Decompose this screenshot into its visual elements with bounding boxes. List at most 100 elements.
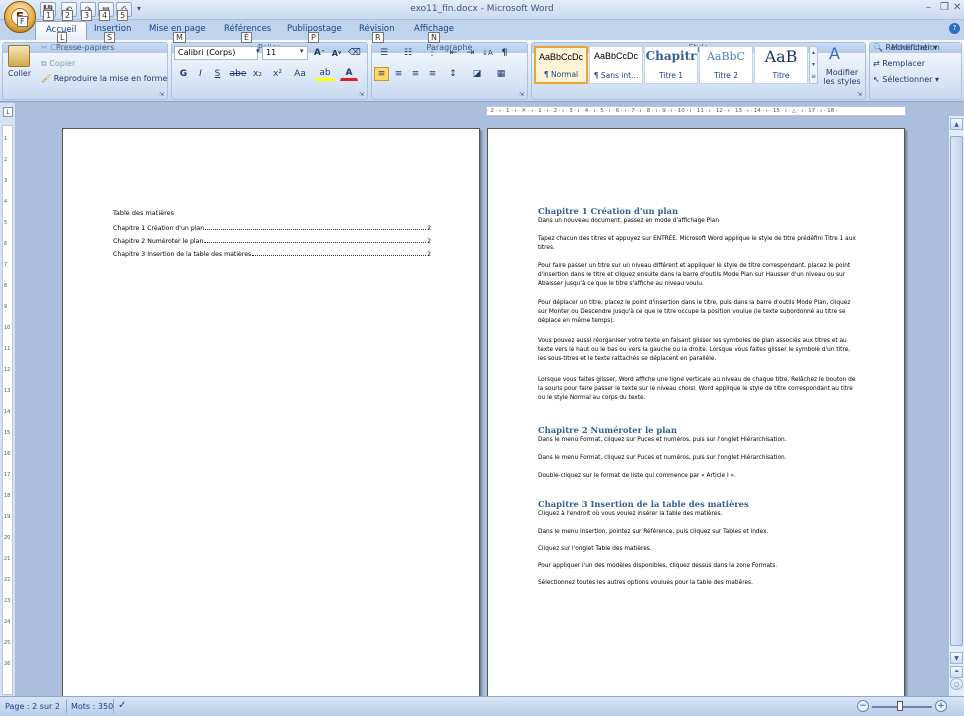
clear-format-icon[interactable]: ⌫: [347, 46, 362, 60]
multilevel-list-icon[interactable]: ⋮: [422, 46, 442, 60]
ruler-mark: 8: [4, 283, 8, 289]
horizontal-ruler[interactable]: · 2 · ı · 1 · ı · ✕ · ı · 1 · ı · 2 · ı …: [486, 106, 906, 116]
style-normal[interactable]: AaBbCcDc ¶ Normal: [534, 46, 588, 84]
ribbon-tab-bar: [0, 20, 964, 40]
dialog-launcher-icon[interactable]: ⇲: [159, 91, 164, 98]
toc-entry-text: Chapitre 2 Numéroter le plan: [113, 238, 204, 245]
replace-button[interactable]: ⇄ Remplacer: [873, 59, 925, 68]
chevron-down-icon[interactable]: ▾: [300, 47, 304, 55]
shading-icon[interactable]: ◪: [467, 67, 487, 81]
ruler-scale: · 2 · ı · 1 · ı · ✕ · ı · 1 · ı · 2 · ı …: [487, 108, 838, 114]
zoom-out-icon[interactable]: −: [857, 700, 869, 712]
ruler-mark: 21: [4, 556, 11, 562]
subscript-button[interactable]: x₂: [250, 67, 265, 81]
scroll-down-icon[interactable]: ▼: [950, 652, 963, 664]
align-center-icon[interactable]: ≡: [391, 67, 406, 81]
scrollbar-thumb[interactable]: [950, 136, 963, 646]
tab-keytip: É: [241, 32, 253, 43]
superscript-button[interactable]: x²: [270, 67, 285, 81]
cut-label: Couper: [50, 43, 80, 52]
copy-label: Copier: [49, 59, 76, 68]
styles-gallery-scroll[interactable]: ▴ ▾ ≡: [809, 46, 818, 84]
align-right-icon[interactable]: ≡: [408, 67, 423, 81]
page-1[interactable]: Table des matières Chapitre 1 Création d…: [62, 128, 480, 698]
ruler-mark: 18: [4, 493, 11, 499]
italic-button[interactable]: I: [193, 67, 208, 81]
ruler-mark: 13: [4, 388, 11, 394]
style-heading-2[interactable]: AaBbC Titre 2: [699, 46, 753, 84]
ruler-mark: 1: [4, 136, 8, 142]
increase-indent-icon[interactable]: ⇥: [463, 46, 478, 60]
highlight-icon[interactable]: ab: [315, 67, 335, 81]
change-styles-icon[interactable]: A: [829, 44, 840, 63]
help-icon[interactable]: ?: [949, 23, 960, 34]
show-marks-icon[interactable]: ¶: [497, 46, 512, 60]
paste-icon[interactable]: [8, 45, 30, 67]
dialog-launcher-icon[interactable]: ⇲: [359, 91, 364, 98]
decrease-indent-icon[interactable]: ⇤: [446, 46, 461, 60]
paragraph: Vous pouvez aussi réorganiser votre text…: [538, 338, 851, 363]
window-title: exo11_fin.docx - Microsoft Word: [410, 4, 554, 14]
zoom-in-icon[interactable]: +: [935, 700, 947, 712]
toc-entry[interactable]: Chapitre 2 Numéroter le plan 2: [113, 238, 431, 245]
change-styles-button[interactable]: Modifier les styles: [820, 68, 864, 86]
cut-button[interactable]: ✂ Couper: [41, 43, 79, 52]
bold-button[interactable]: G: [176, 67, 191, 81]
strikethrough-button[interactable]: abe: [227, 67, 249, 81]
binoculars-icon: 🔍: [873, 43, 886, 52]
office-keytip: F: [17, 16, 28, 27]
align-left-icon[interactable]: ≡: [374, 67, 389, 81]
chevron-down-icon[interactable]: ▾: [256, 47, 260, 55]
sort-icon[interactable]: ↓A: [480, 46, 495, 60]
paragraph: Dans le menu Insertion, pointez sur Réfé…: [538, 529, 769, 535]
style-sample: Chapitr: [645, 49, 697, 63]
borders-icon[interactable]: ▦: [491, 67, 511, 81]
grow-font-icon[interactable]: A ^: [312, 46, 327, 60]
minimize-button[interactable]: –: [926, 2, 931, 13]
format-painter-button[interactable]: 🖌 Reproduire la mise en forme: [41, 74, 167, 83]
style-heading-1[interactable]: Chapitr Titre 1: [644, 46, 698, 84]
change-case-button[interactable]: Aa: [290, 67, 310, 81]
tab-keytip: S: [104, 32, 116, 43]
select-button[interactable]: ↖ Sélectionner ▾: [873, 75, 939, 84]
close-button[interactable]: ✕: [953, 2, 961, 13]
toc-entry[interactable]: Chapitre 1 Création d'un plan 2: [113, 225, 431, 232]
paragraph: Double-cliquez sur le format de liste qu…: [538, 473, 736, 479]
page-count[interactable]: Page : 2 sur 2: [5, 702, 60, 711]
scroll-up-icon[interactable]: ▲: [950, 118, 963, 130]
paste-button[interactable]: Coller: [8, 69, 31, 78]
bullets-icon[interactable]: ☰: [374, 46, 394, 60]
shrink-font-icon[interactable]: Av: [329, 46, 344, 60]
restore-button[interactable]: ❐: [940, 2, 949, 13]
justify-icon[interactable]: ≡: [425, 67, 440, 81]
zoom-slider-thumb[interactable]: [897, 701, 903, 711]
find-button[interactable]: 🔍 Rechercher ▾: [873, 43, 937, 52]
toc-entry[interactable]: Chapitre 3 Insertion de la table des mat…: [113, 251, 431, 258]
tab-selector[interactable]: L: [3, 107, 13, 117]
toc-entry-text: Chapitre 3 Insertion de la table des mat…: [113, 251, 252, 258]
format-painter-label: Reproduire la mise en forme: [53, 74, 168, 83]
underline-button[interactable]: S: [210, 67, 225, 81]
font-color-icon[interactable]: A: [340, 67, 358, 81]
dialog-launcher-icon[interactable]: ⇲: [857, 91, 862, 98]
ruler-mark: 16: [4, 451, 11, 457]
ruler-mark: 19: [4, 514, 11, 520]
paragraph: Dans un nouveau document, passez en mode…: [538, 218, 719, 224]
style-title[interactable]: AaB Titre: [754, 46, 808, 84]
style-sample: AaBbCcDc: [538, 52, 583, 62]
line-spacing-icon[interactable]: ↕: [443, 67, 463, 81]
dialog-launcher-icon[interactable]: ⇲: [519, 91, 524, 98]
numbering-icon[interactable]: ☷: [398, 46, 418, 60]
font-name-select[interactable]: Calibri (Corps): [174, 46, 258, 60]
browse-object-icon[interactable]: ○: [950, 678, 963, 690]
word-count[interactable]: Mots : 350: [71, 702, 113, 711]
page-2[interactable]: Chapitre 1 Création d'un plan Dans un no…: [487, 128, 905, 698]
scissors-icon: ✂: [41, 43, 51, 52]
style-no-spacing[interactable]: AaBbCcDc ¶ Sans int...: [589, 46, 643, 84]
proofing-icon[interactable]: ✓: [118, 700, 126, 711]
vertical-ruler[interactable]: 1 2 3 4 5 6 7 8 9 10 11 12 13 14 15 16 1…: [2, 125, 13, 695]
vertical-scrollbar[interactable]: ▲ ▼ ⏶ ○: [948, 116, 964, 696]
previous-page-icon[interactable]: ⏶: [950, 666, 963, 678]
copy-button[interactable]: ⧉ Copier: [41, 59, 75, 69]
ruler-mark: 26: [4, 661, 11, 667]
